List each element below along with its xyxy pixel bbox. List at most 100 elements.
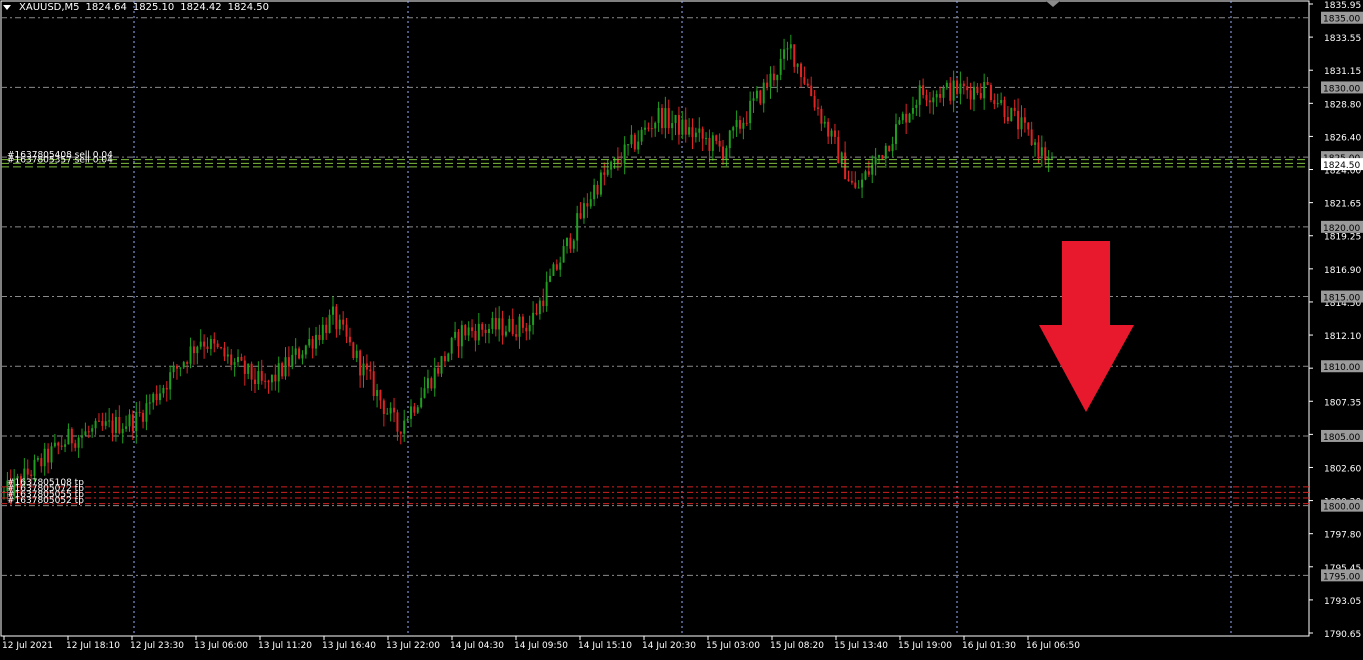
candle-body (393, 407, 396, 413)
candle-body (1034, 142, 1037, 145)
candle-body (335, 306, 338, 330)
time-tick-label: 12 Jul 2021 (2, 641, 53, 651)
candle-body (979, 93, 982, 99)
candle-body (925, 95, 928, 101)
time-tick-label: 14 Jul 15:10 (578, 641, 632, 651)
candle-body (810, 85, 813, 97)
candle-body (250, 363, 253, 380)
candle-body (315, 334, 318, 349)
candle-body (762, 82, 765, 104)
candle-body (33, 459, 36, 476)
time-tick-label: 13 Jul 06:00 (194, 641, 248, 651)
candle-body (284, 357, 287, 377)
high-value: 1825.10 (132, 2, 175, 13)
time-tick-label: 12 Jul 18:10 (66, 641, 120, 651)
candle-body (1030, 129, 1033, 145)
candle-body (342, 319, 345, 325)
candle-body (223, 347, 226, 357)
candle-body (878, 155, 881, 158)
candle-body (87, 431, 90, 433)
candle-body (589, 199, 592, 207)
candle-body (552, 264, 555, 276)
candle-body (1044, 147, 1047, 160)
candle-body (769, 73, 772, 87)
candle-body (800, 63, 803, 78)
candle-body (308, 339, 311, 346)
candle-body (603, 172, 606, 175)
price-tick-label: 1821.65 (1324, 200, 1361, 210)
candle-body (928, 100, 931, 103)
candle-body (3, 491, 5, 493)
candle-body (677, 115, 680, 135)
candle-body (277, 363, 280, 382)
candle-body (247, 363, 250, 374)
price-chart[interactable]: #1637805408 sell 0.04#1637805357 sell 0.… (0, 0, 1363, 656)
candle-body (443, 356, 446, 362)
candle-body (732, 127, 735, 131)
candle-body (813, 96, 816, 108)
candle-body (803, 77, 806, 84)
candle-body (287, 357, 290, 367)
candle-body (905, 113, 908, 123)
symbol-label: XAUUSD,M5 (19, 2, 80, 13)
candle-body (501, 318, 504, 336)
price-tick-label: 1812.10 (1324, 332, 1361, 342)
candle-body (179, 367, 182, 369)
candle-body (298, 348, 301, 359)
round-level-label: 1820.00 (1323, 224, 1360, 234)
candle-body (220, 347, 223, 349)
candle-body (192, 346, 195, 354)
sell-order-label: #1637805357 sell 0.04 (7, 156, 113, 166)
candle-body (257, 371, 260, 385)
candle-body (674, 115, 677, 124)
candle-body (67, 428, 70, 445)
candle-body (738, 120, 741, 129)
candle-body (182, 362, 185, 368)
candle-body (783, 49, 786, 59)
candle-body (345, 324, 348, 337)
candle-body (413, 406, 416, 413)
candle-body (935, 94, 938, 98)
candle-body (1006, 117, 1009, 122)
round-level-label: 1805.00 (1323, 433, 1360, 443)
candle-body (84, 431, 87, 436)
price-tick-label: 1797.80 (1324, 531, 1361, 541)
candle-body (386, 413, 389, 415)
candle-body (199, 341, 202, 347)
candle-body (766, 82, 769, 87)
candle-body (491, 317, 494, 329)
round-level-label: 1795.00 (1323, 572, 1360, 582)
candle-body (240, 356, 243, 361)
candle-body (226, 354, 229, 357)
candle-body (104, 421, 107, 426)
candle-body (148, 402, 151, 404)
price-tick-label: 1819.25 (1324, 233, 1361, 243)
time-tick-label: 13 Jul 22:00 (386, 641, 440, 651)
candle-body (433, 368, 436, 389)
candle-body (562, 246, 565, 263)
candle-body (396, 412, 399, 432)
candle-body (152, 393, 155, 403)
candle-body (593, 184, 596, 200)
candle-body (352, 342, 355, 359)
candle-body (599, 172, 602, 195)
candle-body (511, 318, 514, 335)
price-tick-label: 1828.80 (1324, 100, 1361, 110)
open-value: 1824.64 (85, 2, 127, 13)
candle-body (508, 318, 511, 332)
candle-body (1040, 147, 1043, 156)
round-level-label: 1835.00 (1323, 15, 1360, 25)
candle-body (993, 100, 996, 105)
candle-body (640, 129, 643, 142)
chart-area[interactable]: #1637805408 sell 0.04 #1637805357 sell 0.… (0, 0, 1363, 656)
candle-body (464, 325, 467, 336)
dropdown-triangle-icon[interactable] (3, 5, 11, 10)
candle-body (159, 393, 162, 401)
candle-body (650, 128, 653, 130)
candle-body (735, 120, 738, 128)
candle-body (793, 44, 796, 67)
candle-body (908, 113, 911, 123)
price-tick-label: 1807.35 (1324, 398, 1361, 408)
candle-body (681, 119, 684, 135)
candle-body (362, 363, 365, 376)
